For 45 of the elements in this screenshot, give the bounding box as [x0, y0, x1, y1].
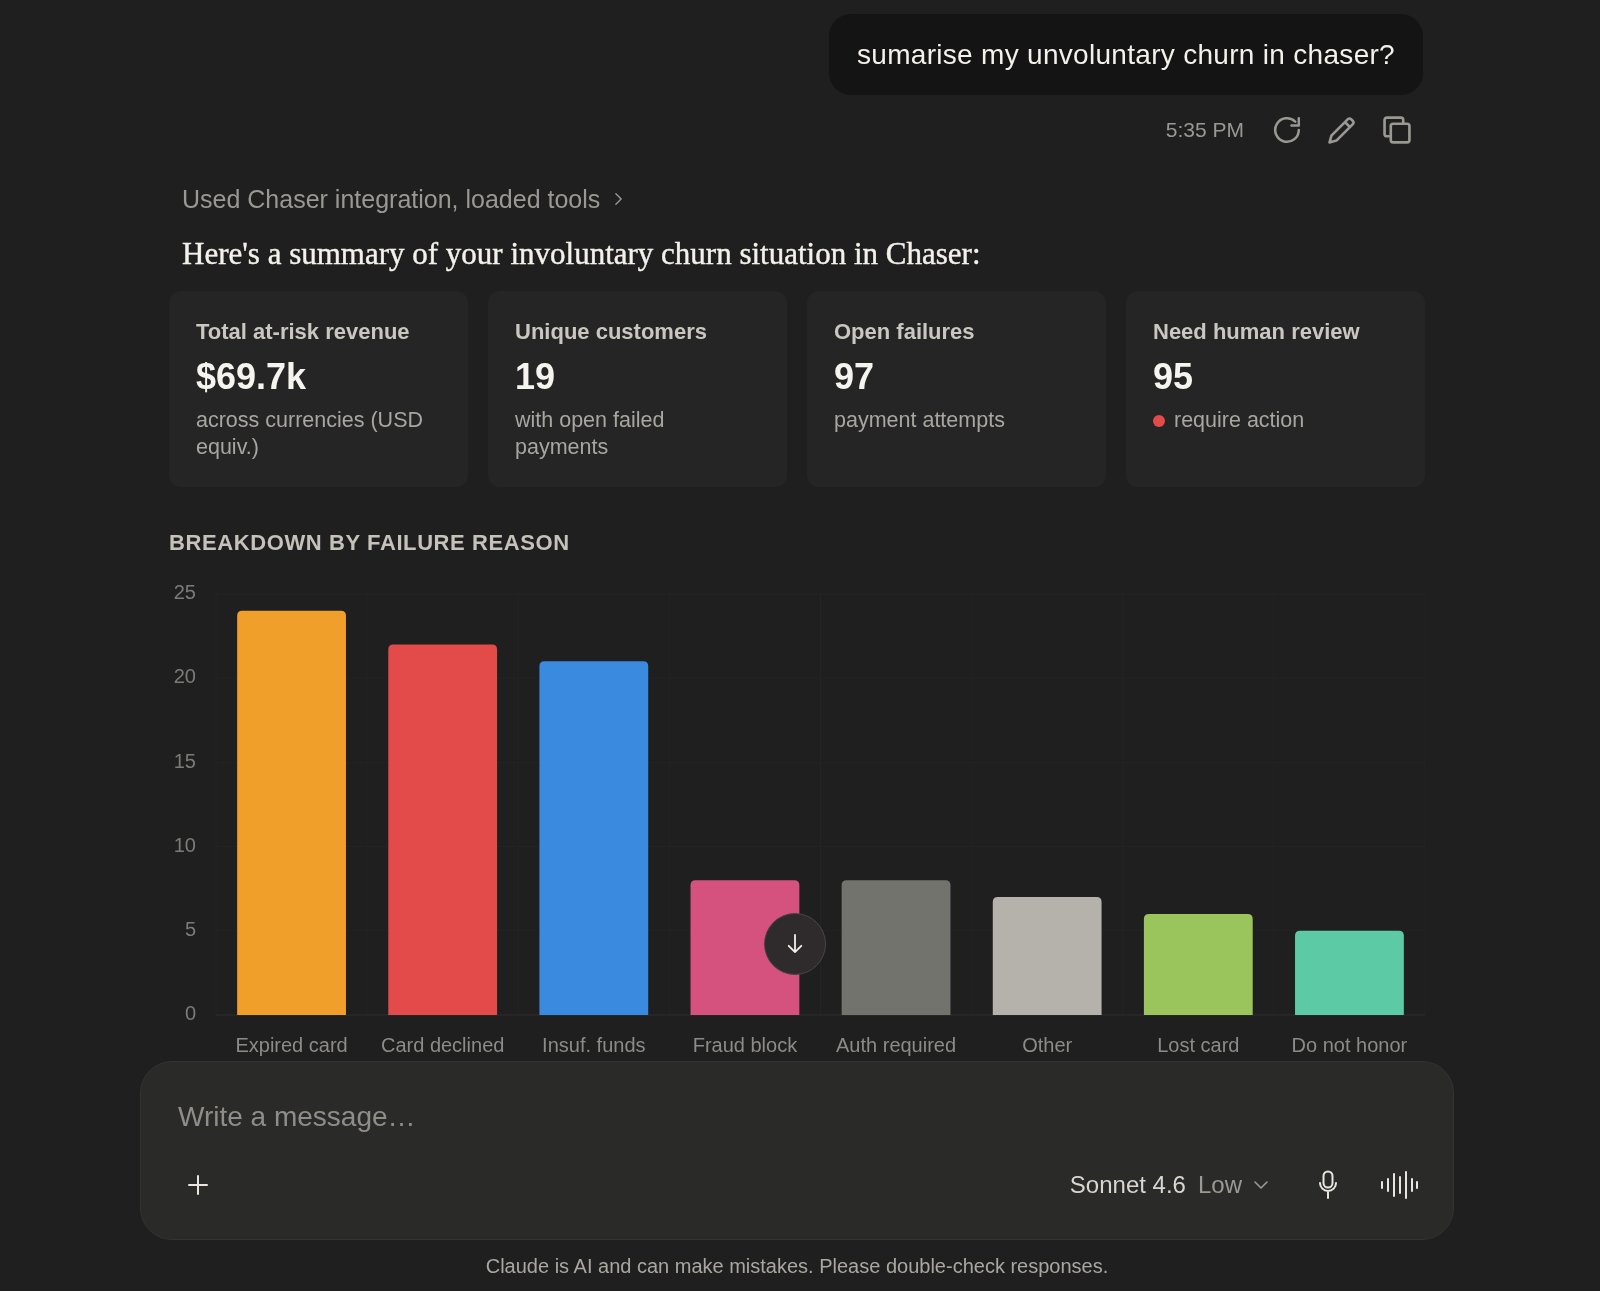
refresh-icon [1273, 116, 1301, 144]
disclaimer-text: Claude is AI and can make mistakes. Please double-check responses. [484, 1254, 1110, 1279]
axis-tick-label: 25 [173, 581, 196, 604]
category-label: Card declined [381, 1034, 505, 1057]
microphone-icon [1318, 1170, 1338, 1200]
model-name: Sonnet 4.6 [1069, 1171, 1186, 1199]
category-label: Other [1022, 1034, 1073, 1057]
stat-value: $69.7k [196, 355, 308, 399]
axis-tick-label: 15 [173, 749, 196, 772]
waveform-icon [1380, 1171, 1418, 1199]
chevron-down-icon [1254, 1181, 1268, 1189]
stat-label: Open failures [834, 319, 976, 345]
effort-level: Low [1197, 1171, 1242, 1199]
stat-label: Need human review [1153, 319, 1361, 345]
arrow-down-icon [786, 933, 804, 955]
stat-note: payment attempts [834, 407, 1005, 434]
category-label: Do not honor [1291, 1034, 1408, 1057]
category-label: Fraud block [692, 1034, 798, 1057]
stat-value: 97 [834, 355, 876, 399]
plus-icon [188, 1175, 208, 1195]
stat-value: 95 [1153, 355, 1195, 399]
copy-icon [1383, 116, 1411, 144]
stat-value: 19 [515, 355, 557, 399]
category-label: Lost card [1157, 1034, 1240, 1057]
response-heading: Here's a summary of your involuntary churn situation in Chaser: [182, 235, 982, 273]
axis-tick-label: 5 [184, 918, 196, 941]
pencil-icon [1328, 116, 1356, 144]
chevron-right-icon [614, 192, 624, 206]
message-time: 5:35 PM [1165, 118, 1244, 142]
model-selector[interactable]: Sonnet 4.6 Low [1069, 1171, 1268, 1199]
chart-title: BREAKDOWN BY FAILURE REASON [169, 529, 571, 557]
stat-label: Unique customers [515, 319, 708, 345]
stat-label: Total at-risk revenue [196, 319, 411, 345]
stat-note: require action [1174, 407, 1305, 434]
user-message-bubble: sumarise my unvoluntary churn in chaser? [829, 14, 1423, 95]
axis-tick-label: 0 [184, 1002, 196, 1025]
stat-note: with open failed payments [515, 407, 666, 461]
category-label: Auth required [836, 1034, 957, 1057]
axis-tick-label: 10 [173, 833, 196, 856]
category-label: Expired card [235, 1034, 348, 1057]
category-label: Insuf. funds [542, 1034, 646, 1057]
tool-usage-toggle[interactable]: Used Chaser integration, loaded tools [182, 184, 624, 214]
axis-tick-label: 20 [173, 665, 196, 688]
message-input[interactable]: Write a message… [178, 1098, 1419, 1136]
stat-note: across currencies (USD equiv.) [196, 407, 424, 461]
